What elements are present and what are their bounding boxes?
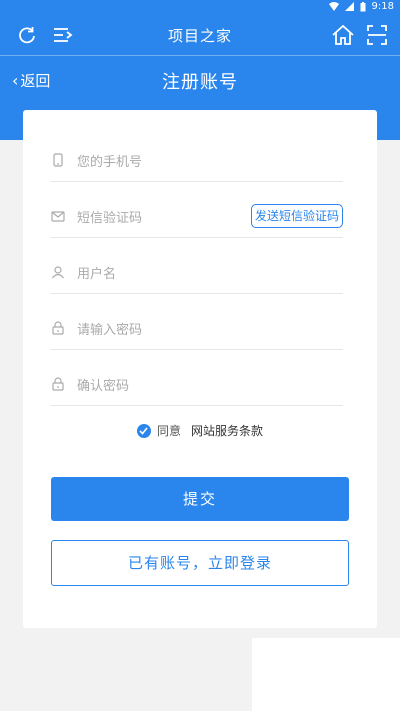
user-icon (52, 266, 64, 279)
home-icon (332, 25, 354, 45)
confirm-password-placeholder: 确认密码 (77, 379, 130, 394)
mail-icon (51, 211, 65, 222)
check-icon (139, 426, 149, 435)
bottom-panel (252, 638, 400, 711)
sms-code-placeholder: 短信验证码 (77, 211, 143, 226)
terms-link[interactable]: 网站服务条款 (191, 422, 263, 439)
lock-icon (52, 377, 64, 391)
send-sms-button[interactable]: 发送短信验证码 (250, 204, 343, 228)
password-field[interactable]: 请输入密码 (51, 306, 343, 350)
phone-placeholder: 您的手机号 (77, 155, 143, 170)
agree-checkbox[interactable] (136, 423, 151, 438)
lock-icon (52, 321, 64, 335)
agreement-row: 同意 网站服务条款 (23, 422, 377, 439)
login-button[interactable]: 已有账号，立即登录 (51, 540, 349, 586)
sms-code-field[interactable]: 短信验证码 发送短信验证码 (51, 194, 343, 238)
scan-button[interactable] (364, 22, 390, 48)
signal-icon (344, 2, 354, 11)
toolbar-divider (0, 55, 400, 56)
agree-label: 同意 (156, 424, 181, 438)
home-button[interactable] (330, 22, 356, 48)
phone-icon (53, 153, 63, 167)
phone-field[interactable]: 您的手机号 (51, 138, 343, 182)
nav-bar: ‹ 返回 注册账号 (0, 62, 400, 96)
status-time: 9:18 (371, 1, 394, 12)
status-bar: 9:18 (0, 0, 400, 14)
password-placeholder: 请输入密码 (77, 323, 143, 338)
page-title: 注册账号 (162, 72, 238, 93)
submit-button[interactable]: 提交 (51, 477, 349, 521)
scan-icon (367, 25, 387, 45)
register-card: 您的手机号 短信验证码 发送短信验证码 用户名 请输入密码 确认密码 同意 网站… (23, 110, 377, 628)
battery-icon (360, 1, 366, 11)
username-field[interactable]: 用户名 (51, 250, 343, 294)
confirm-password-field[interactable]: 确认密码 (51, 362, 343, 406)
username-placeholder: 用户名 (77, 267, 117, 282)
wifi-icon (328, 2, 339, 11)
app-toolbar: 项目之家 (0, 16, 400, 54)
